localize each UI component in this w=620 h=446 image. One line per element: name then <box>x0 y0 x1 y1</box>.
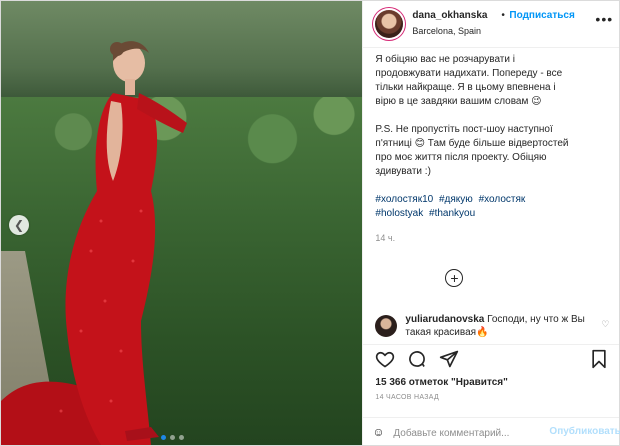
comment-input[interactable] <box>391 424 546 442</box>
publish-button[interactable]: Опубликовать <box>549 426 620 437</box>
header-separator: • <box>501 10 505 21</box>
likes-count[interactable]: 15 366 отметок "Нравится" <box>375 377 507 388</box>
carousel-prev-button[interactable]: ❮ <box>9 215 29 235</box>
post-photo[interactable]: ❮ <box>1 1 363 445</box>
comment-form: ☺ Опубликовать <box>363 417 620 446</box>
more-horizontal-icon[interactable]: ••• <box>595 11 613 27</box>
emoji-icon[interactable]: ☺ <box>372 425 384 439</box>
caption-paragraph: P.S. Не пропустіть пост-шоу наступної п'… <box>375 124 569 177</box>
hashtag-list: #холостяк10 #дякую #холостяк #holostyak … <box>375 193 571 221</box>
hashtag-link[interactable]: #дякую <box>439 194 473 205</box>
chevron-left-icon: ❮ <box>13 218 25 232</box>
post-header: dana_okhanska • Подписаться Barcelona, S… <box>363 1 620 48</box>
carousel-dot <box>170 435 175 440</box>
bookmark-icon[interactable] <box>589 349 609 369</box>
post-timestamp[interactable]: 14 ЧАСОВ НАЗАД <box>375 394 439 401</box>
hashtag-link[interactable]: #thankyou <box>429 208 475 219</box>
author-avatar[interactable] <box>375 10 404 38</box>
commenter-username[interactable]: yuliarudanovska <box>405 314 484 325</box>
comment-like-icon[interactable]: ♡ <box>601 319 609 330</box>
author-username[interactable]: dana_okhanska <box>412 10 487 21</box>
follow-button[interactable]: Подписаться <box>509 10 574 21</box>
caption-time: 14 ч. <box>375 233 396 243</box>
woman-in-red-dress-illustration <box>1 41 187 445</box>
hashtag-link[interactable]: #holostyak <box>375 208 423 219</box>
load-more-comments-button[interactable]: + <box>445 269 464 287</box>
carousel-dot <box>179 435 184 440</box>
carousel-dot <box>161 435 166 440</box>
share-icon[interactable] <box>439 349 459 369</box>
post-caption: Я обіцяю вас не розчарувати і продовжува… <box>375 53 571 245</box>
hashtag-link[interactable]: #холостяк <box>479 194 526 205</box>
commenter-avatar[interactable] <box>375 315 398 337</box>
comment-text: yuliarudanovska Господи, ну что ж Вы так… <box>405 313 589 339</box>
comment-item: yuliarudanovska Господи, ну что ж Вы так… <box>375 313 611 343</box>
carousel-indicator <box>161 435 184 440</box>
post-details-panel: dana_okhanska • Подписаться Barcelona, S… <box>362 1 620 446</box>
caption-paragraph: Я обіцяю вас не розчарувати і продовжува… <box>375 54 563 107</box>
instagram-post: ❮ dana_okhanska • Подписаться Barcelona,… <box>0 0 620 446</box>
post-actions-bar <box>363 344 620 375</box>
hashtag-link[interactable]: #холостяк10 <box>375 194 433 205</box>
comment-icon[interactable] <box>407 349 427 369</box>
heart-icon[interactable] <box>375 349 395 369</box>
post-location[interactable]: Barcelona, Spain <box>412 26 481 36</box>
plus-icon: + <box>450 270 459 286</box>
